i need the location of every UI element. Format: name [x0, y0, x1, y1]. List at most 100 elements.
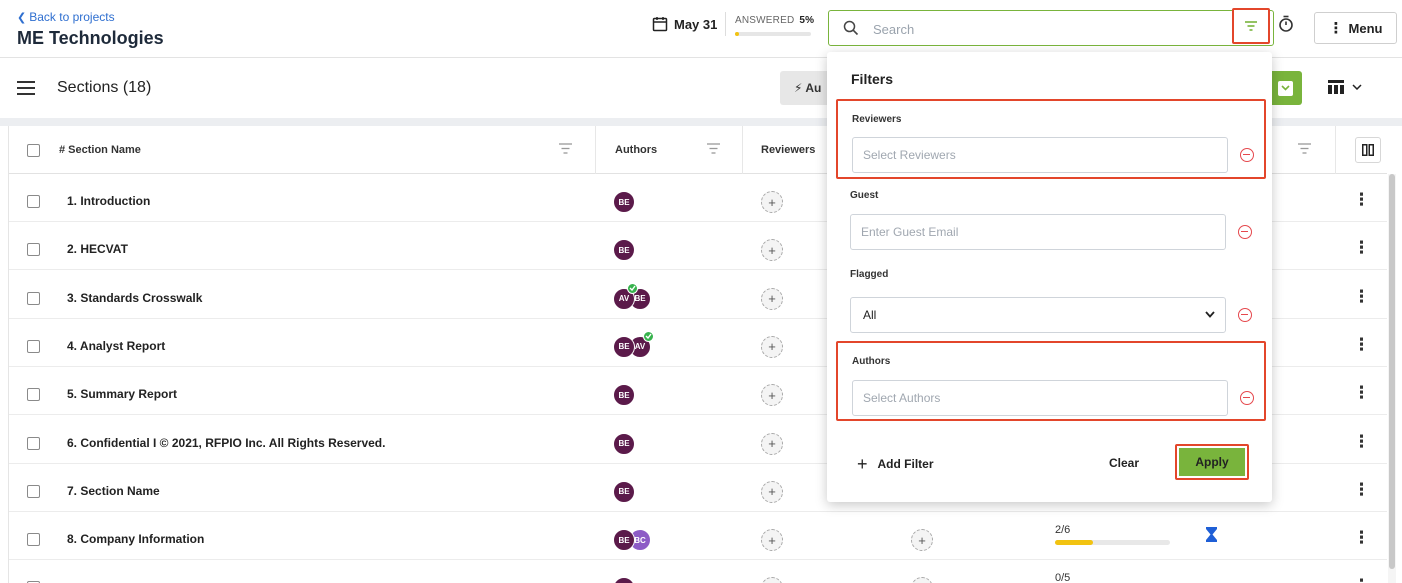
row-checkbox[interactable]: [27, 388, 40, 402]
row-checkbox[interactable]: [27, 195, 40, 208]
authors-select[interactable]: Select Authors: [852, 380, 1228, 416]
table-view-icon: [1328, 80, 1344, 94]
avatar[interactable]: BE: [613, 239, 635, 262]
add-reviewer-button[interactable]: +: [761, 335, 783, 358]
reviewers-select[interactable]: Select Reviewers: [852, 137, 1228, 173]
avatar[interactable]: [613, 577, 635, 583]
avatar[interactable]: BE: [613, 191, 635, 213]
scrollbar-thumb[interactable]: [1389, 174, 1395, 569]
remove-circle-icon[interactable]: [1238, 225, 1252, 239]
remove-circle-icon[interactable]: [1238, 308, 1252, 322]
reviewers-filter-group: Reviewers Select Reviewers: [836, 99, 1266, 179]
avatar[interactable]: BE: [613, 432, 635, 455]
avatar-initials: BE: [634, 294, 646, 304]
table-scrollbar[interactable]: [1388, 174, 1396, 583]
column-toggle-button[interactable]: [1355, 137, 1381, 163]
row-menu-kebab-icon[interactable]: ⋮: [1353, 481, 1370, 498]
avatar[interactable]: BE: [613, 529, 635, 552]
column-filter-icon[interactable]: [559, 143, 572, 154]
check-icon: [643, 330, 654, 342]
due-date-label: May 31: [674, 16, 718, 32]
add-reviewer-button[interactable]: +: [761, 287, 783, 310]
avatar-initials: BC: [634, 535, 646, 545]
row-menu-kebab-icon[interactable]: ⋮: [1353, 577, 1370, 583]
section-name[interactable]: 6. Confidential I © 2021, RFPIO Inc. All…: [67, 436, 385, 450]
answered-status: ANSWERED 5%: [735, 15, 814, 26]
row-checkbox[interactable]: [27, 436, 40, 450]
chevron-down-icon: [1205, 311, 1215, 318]
divider: [1335, 126, 1336, 174]
progress-count: 2/6: [1055, 524, 1071, 537]
section-name[interactable]: 5. Summary Report: [67, 387, 177, 401]
avatar[interactable]: BE: [613, 384, 635, 407]
apply-button[interactable]: Apply: [1175, 444, 1249, 480]
row-menu-kebab-icon[interactable]: ⋮: [1353, 191, 1370, 208]
column-filter-icon[interactable]: [707, 143, 720, 154]
add-reviewer-button[interactable]: +: [761, 239, 783, 262]
add-filter-button[interactable]: + Add Filter: [857, 455, 934, 473]
row-checkbox[interactable]: [27, 484, 40, 498]
add-reviewer-button[interactable]: +: [761, 577, 783, 583]
project-title: ME Technologies: [17, 28, 164, 48]
table-view-dropdown[interactable]: [1328, 80, 1362, 94]
progress-bar: [1055, 540, 1170, 546]
section-name[interactable]: 8. Company Information: [67, 532, 204, 546]
row-checkbox[interactable]: [27, 533, 40, 547]
column-header-authors[interactable]: Authors: [615, 126, 657, 174]
timer-icon[interactable]: [1278, 15, 1294, 33]
table-row[interactable]: + +0/5 ⋮: [9, 560, 1387, 583]
row-menu-kebab-icon[interactable]: ⋮: [1353, 384, 1370, 401]
guest-email-field[interactable]: Enter Guest Email: [850, 214, 1226, 250]
section-name[interactable]: 7. Section Name: [67, 484, 160, 498]
remove-circle-icon[interactable]: [1240, 391, 1254, 405]
section-name[interactable]: 1. Introduction: [67, 194, 150, 208]
section-name[interactable]: 4. Analyst Report: [67, 339, 165, 353]
avatar[interactable]: BE: [613, 480, 635, 503]
flagged-filter-group: Flagged All: [836, 265, 1266, 335]
avatar-initials: BE: [618, 197, 630, 207]
add-reviewer-button[interactable]: +: [761, 480, 783, 503]
menu-button[interactable]: ⋮ Menu: [1314, 12, 1397, 44]
hamburger-icon[interactable]: [17, 81, 35, 95]
section-name[interactable]: 2. HECVAT: [67, 242, 128, 256]
table-row[interactable]: 8. Company Information BE BC + +2/6 ⋮: [9, 512, 1387, 561]
add-reviewer-button[interactable]: +: [761, 529, 783, 552]
add-reviewer-button[interactable]: +: [761, 191, 783, 213]
search-icon: [843, 20, 859, 36]
plus-icon: +: [857, 454, 868, 474]
select-all-checkbox[interactable]: [27, 143, 40, 157]
add-reviewer-button[interactable]: +: [761, 432, 783, 455]
row-checkbox[interactable]: [27, 291, 40, 305]
row-menu-kebab-icon[interactable]: ⋮: [1353, 433, 1370, 450]
row-checkbox[interactable]: [27, 243, 40, 257]
column-filter-icon[interactable]: [1298, 143, 1311, 154]
section-name[interactable]: 3. Standards Crosswalk: [67, 291, 202, 305]
back-to-projects-link[interactable]: ❮ Back to projects: [17, 10, 115, 24]
remove-circle-icon[interactable]: [1240, 148, 1254, 162]
column-header-reviewers[interactable]: Reviewers: [761, 126, 815, 174]
filter-button[interactable]: [1232, 8, 1270, 44]
row-menu-kebab-icon[interactable]: ⋮: [1353, 336, 1370, 353]
chevron-down-icon: [1352, 84, 1362, 90]
add-button[interactable]: +: [911, 577, 933, 583]
add-button[interactable]: +: [911, 529, 933, 552]
row-menu-kebab-icon[interactable]: ⋮: [1353, 529, 1370, 546]
search-input[interactable]: [873, 19, 1203, 39]
avatar-initials: BE: [618, 487, 630, 497]
column-header-section-name[interactable]: # Section Name: [59, 126, 141, 174]
avatar-initials: BE: [618, 390, 630, 400]
green-dropdown-button[interactable]: [1268, 71, 1302, 105]
guest-filter-group: Guest Enter Guest Email: [836, 185, 1266, 255]
answered-label: ANSWERED: [735, 15, 795, 26]
row-menu-kebab-icon[interactable]: ⋮: [1353, 288, 1370, 305]
avatar[interactable]: AV: [613, 282, 638, 310]
clear-button[interactable]: Clear: [1109, 456, 1139, 470]
calendar-icon: [652, 17, 668, 32]
row-menu-kebab-icon[interactable]: ⋮: [1353, 239, 1370, 256]
avatar[interactable]: BE: [613, 335, 635, 358]
check-icon: [627, 282, 638, 294]
add-reviewer-button[interactable]: +: [761, 384, 783, 407]
flagged-select[interactable]: All: [850, 297, 1226, 333]
row-checkbox[interactable]: [27, 339, 40, 353]
sections-title: Sections (18): [57, 79, 152, 96]
